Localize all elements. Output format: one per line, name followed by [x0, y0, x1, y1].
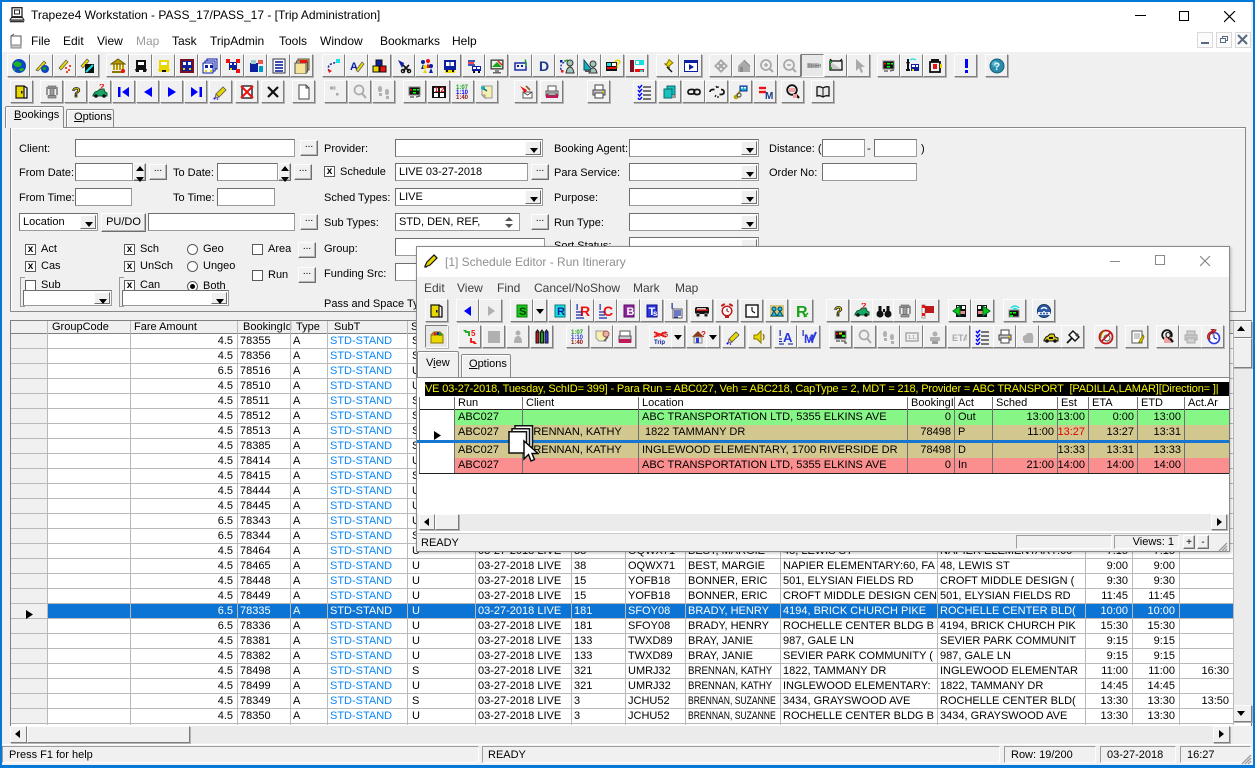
svg-text:Q: Q — [1165, 331, 1171, 340]
svg-text:R: R — [580, 303, 590, 319]
svg-text:?: ? — [834, 303, 843, 319]
svg-text:?: ? — [72, 84, 81, 100]
svg-text:5: 5 — [471, 329, 476, 338]
svg-text:1:40: 1:40 — [571, 340, 584, 345]
svg-text:?: ? — [861, 303, 867, 311]
svg-text:ETA: ETA — [952, 333, 967, 343]
svg-text:?: ? — [99, 84, 105, 92]
svg-text:1.1.1: 1.1.1 — [908, 335, 919, 341]
svg-text:?: ? — [993, 61, 1000, 73]
svg-text:I: I — [599, 303, 601, 312]
svg-text:S: S — [519, 306, 526, 318]
svg-text:Trip: Trip — [654, 340, 665, 345]
svg-text:R: R — [796, 304, 808, 319]
svg-text:I: I — [576, 303, 578, 312]
svg-text:?: ? — [614, 58, 621, 71]
svg-text:s: s — [653, 309, 658, 318]
svg-text:2: 2 — [440, 87, 444, 94]
svg-text:B: B — [626, 306, 634, 318]
svg-text:R: R — [557, 306, 565, 318]
svg-text:M: M — [765, 91, 773, 100]
svg-text:C: C — [603, 303, 613, 319]
svg-text:1: 1 — [434, 87, 438, 94]
svg-text:Street: Street — [807, 63, 821, 69]
svg-text:D: D — [539, 58, 549, 74]
svg-text:I: I — [779, 329, 781, 338]
svg-text:?: ? — [701, 330, 706, 339]
svg-text:A: A — [783, 330, 793, 345]
svg-text:1:40: 1:40 — [456, 95, 469, 100]
